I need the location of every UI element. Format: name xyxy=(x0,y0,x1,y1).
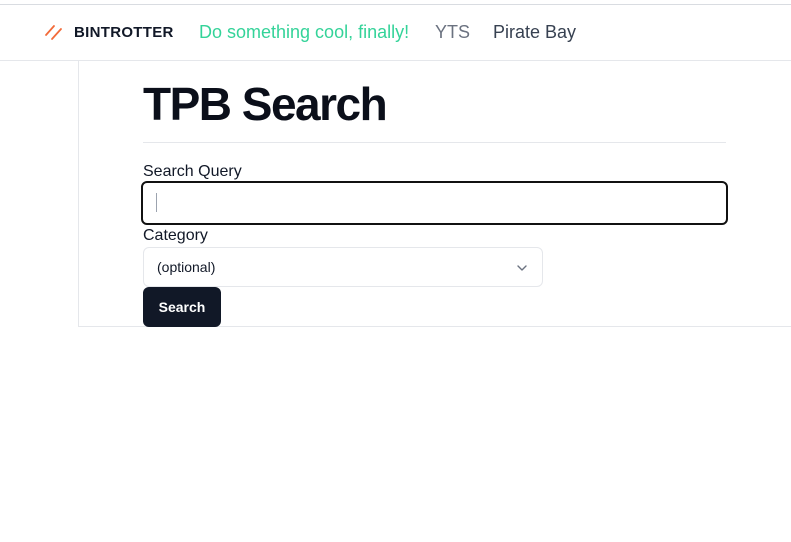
search-input[interactable] xyxy=(141,181,728,225)
nav-link-pirate-bay[interactable]: Pirate Bay xyxy=(493,21,576,43)
brand-name: BINTROTTER xyxy=(74,23,174,41)
category-label: Category xyxy=(143,227,208,244)
nav-link-do-something-cool[interactable]: Do something cool, finally! xyxy=(199,21,409,43)
search-query-label: Search Query xyxy=(143,163,242,180)
page-title: TPB Search xyxy=(143,78,388,130)
brand[interactable]: BINTROTTER xyxy=(44,21,174,43)
top-navbar: BINTROTTER Do something cool, finally! Y… xyxy=(0,5,791,61)
chevron-down-icon xyxy=(517,265,527,271)
text-cursor xyxy=(156,193,157,212)
search-button[interactable]: Search xyxy=(143,287,221,327)
category-select[interactable]: (optional) xyxy=(143,247,543,287)
title-divider xyxy=(143,142,726,143)
slashes-logo-icon xyxy=(45,25,62,40)
nav-link-yts[interactable]: YTS xyxy=(435,21,470,43)
category-selected-value: (optional) xyxy=(157,259,216,275)
